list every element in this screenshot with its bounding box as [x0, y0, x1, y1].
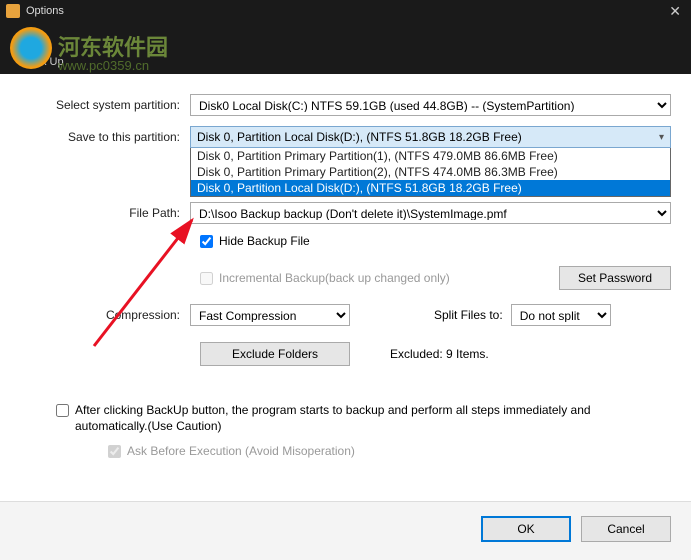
exclude-folders-button[interactable]: Exclude Folders — [200, 342, 350, 366]
watermark-text-2: www.pc0359.cn — [58, 58, 168, 73]
content: Select system partition: Disk0 Local Dis… — [0, 74, 691, 458]
compression-select[interactable]: Fast Compression — [190, 304, 350, 326]
titlebar: Options ✕ — [0, 0, 691, 22]
save-to-dropdown-list: Disk 0, Partition Primary Partition(1), … — [190, 148, 671, 197]
split-label: Split Files to: — [434, 308, 503, 322]
excluded-items-text: Excluded: 9 Items. — [390, 347, 489, 361]
compression-label: Compression: — [20, 308, 190, 322]
logo-icon — [10, 27, 52, 69]
auto-backup-label: After clicking BackUp button, the progra… — [75, 402, 651, 434]
ask-before-row: Ask Before Execution (Avoid Misoperation… — [108, 444, 671, 458]
ok-button[interactable]: OK — [481, 516, 571, 542]
set-password-button[interactable]: Set Password — [559, 266, 671, 290]
save-to-selected[interactable]: Disk 0, Partition Local Disk(D:), (NTFS … — [190, 126, 671, 148]
chevron-down-icon: ▾ — [659, 132, 664, 143]
hide-backup-row: Hide Backup File — [200, 234, 671, 248]
close-icon[interactable]: ✕ — [665, 3, 685, 20]
file-path-row: File Path: D:\Isoo Backup backup (Don't … — [20, 202, 671, 224]
window-title: Options — [26, 5, 665, 17]
save-to-selected-text: Disk 0, Partition Local Disk(D:), (NTFS … — [197, 130, 522, 144]
auto-backup-row: After clicking BackUp button, the progra… — [56, 402, 651, 434]
auto-backup-checkbox[interactable] — [56, 404, 69, 417]
system-partition-select[interactable]: Disk0 Local Disk(C:) NTFS 59.1GB (used 4… — [190, 94, 671, 116]
hide-backup-label: Hide Backup File — [219, 234, 310, 248]
incremental-password-row: Incremental Backup(back up changed only)… — [20, 266, 671, 290]
save-to-option-0[interactable]: Disk 0, Partition Primary Partition(1), … — [191, 148, 670, 164]
exclude-row: Exclude Folders Excluded: 9 Items. — [200, 342, 671, 366]
save-to-row: Save to this partition: Disk 0, Partitio… — [20, 126, 671, 148]
incremental-label: Incremental Backup(back up changed only) — [219, 271, 450, 285]
cancel-button[interactable]: Cancel — [581, 516, 671, 542]
save-to-option-1[interactable]: Disk 0, Partition Primary Partition(2), … — [191, 164, 670, 180]
incremental-checkbox — [200, 272, 213, 285]
system-partition-row: Select system partition: Disk0 Local Dis… — [20, 94, 671, 116]
save-to-select[interactable]: Disk 0, Partition Local Disk(D:), (NTFS … — [190, 126, 671, 148]
system-partition-label: Select system partition: — [20, 98, 190, 112]
watermark: 河东软件园 www.pc0359.cn — [58, 30, 168, 73]
ask-before-label: Ask Before Execution (Avoid Misoperation… — [127, 444, 355, 458]
ask-before-checkbox — [108, 445, 121, 458]
header: Back Up 河东软件园 www.pc0359.cn — [0, 22, 691, 74]
hide-backup-checkbox[interactable] — [200, 235, 213, 248]
save-to-label: Save to this partition: — [20, 130, 190, 144]
footer: OK Cancel — [0, 501, 691, 560]
compression-row: Compression: Fast Compression Split File… — [20, 304, 671, 326]
incremental-row: Incremental Backup(back up changed only) — [200, 271, 450, 285]
app-icon — [6, 4, 20, 18]
file-path-label: File Path: — [20, 206, 190, 220]
watermark-text-1: 河东软件园 — [58, 35, 168, 60]
split-select[interactable]: Do not split — [511, 304, 611, 326]
save-to-option-2[interactable]: Disk 0, Partition Local Disk(D:), (NTFS … — [191, 180, 670, 196]
file-path-select[interactable]: D:\Isoo Backup backup (Don't delete it)\… — [190, 202, 671, 224]
